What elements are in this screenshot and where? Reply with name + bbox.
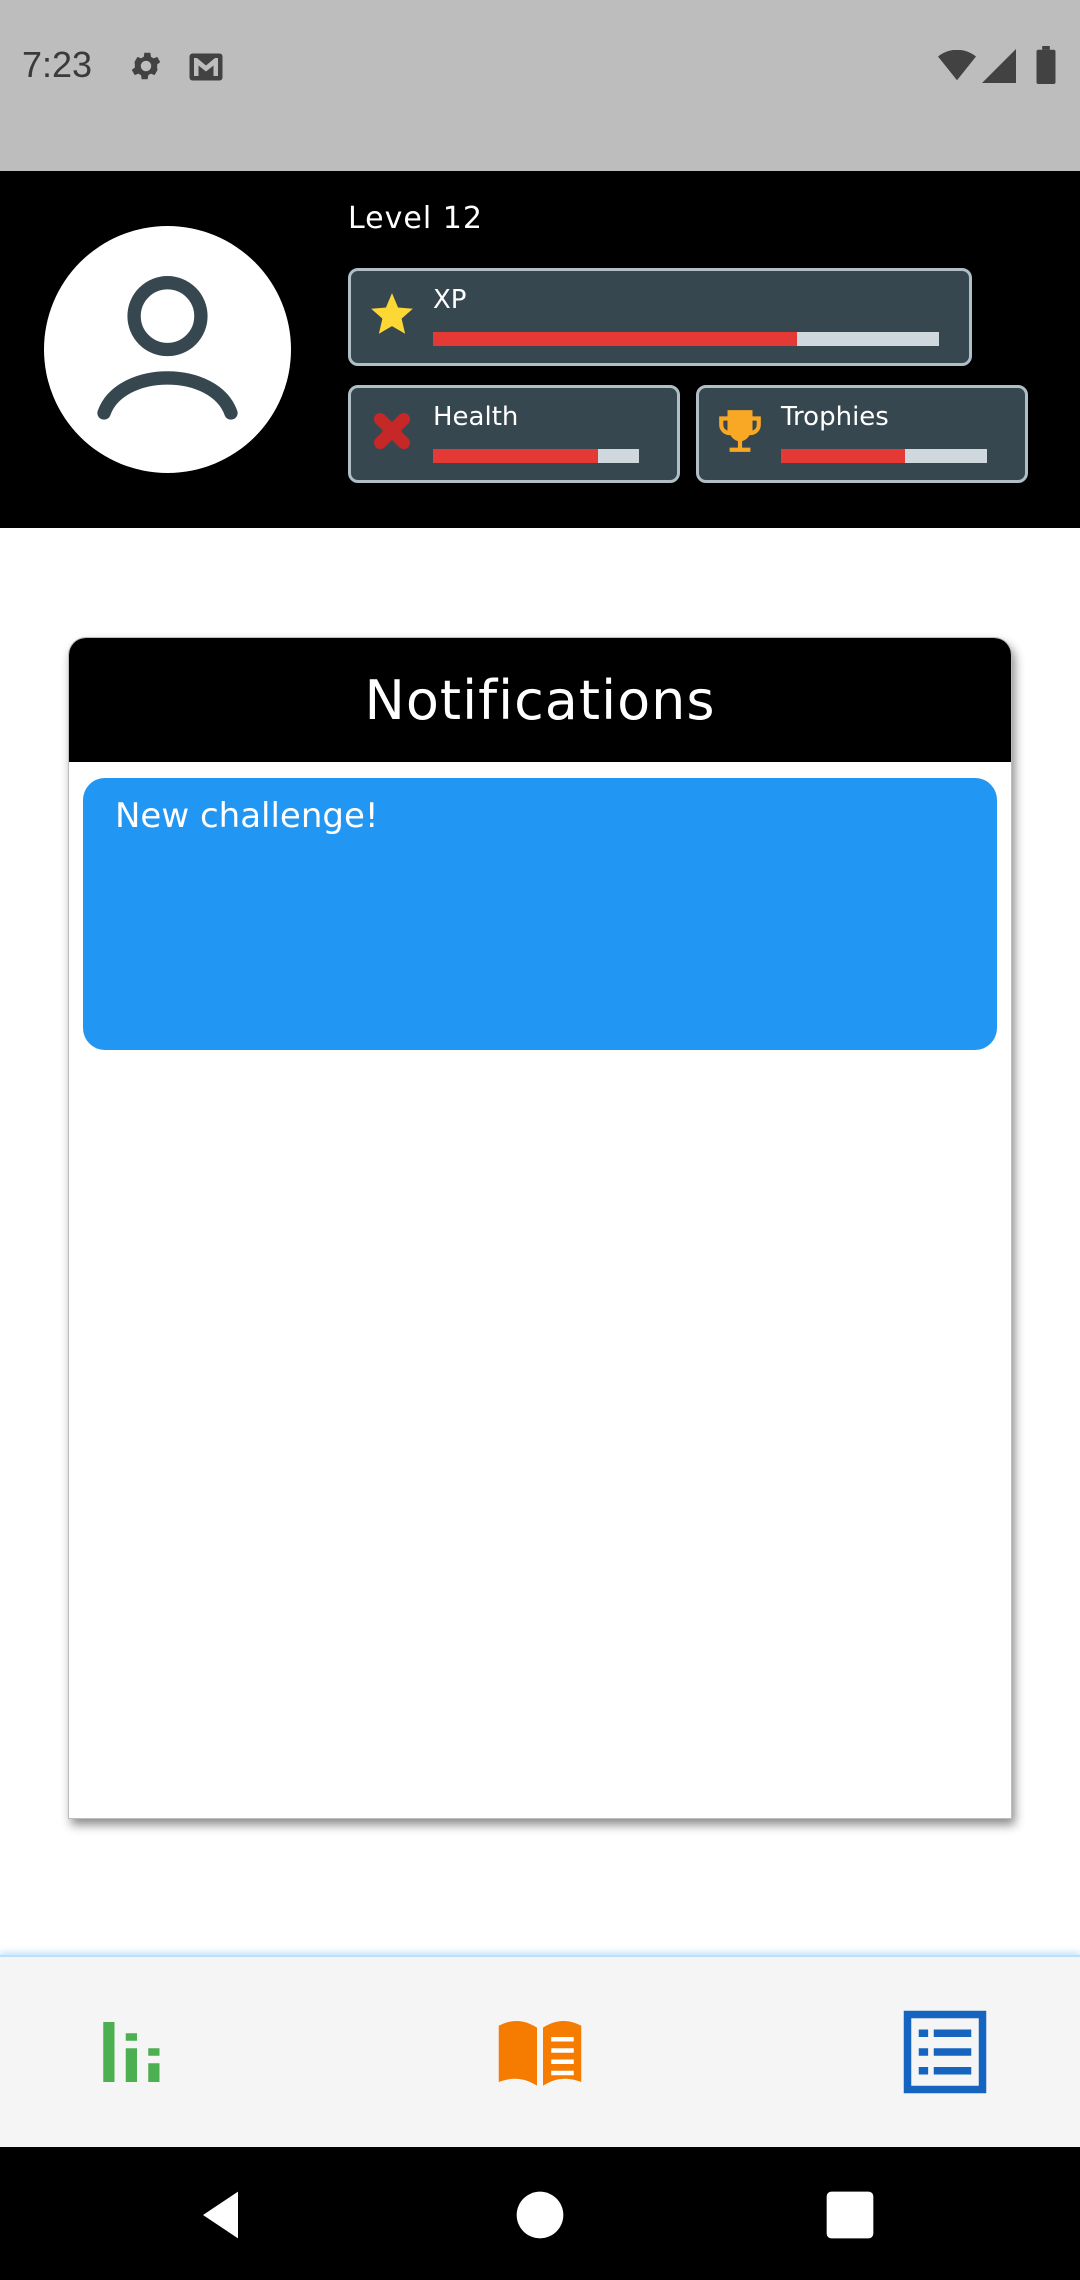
book-icon: [498, 2020, 582, 2086]
home-icon: [516, 2191, 564, 2239]
level-label: Level 12: [348, 201, 483, 236]
back-icon: [203, 2191, 238, 2239]
avatar[interactable]: [44, 226, 291, 473]
battery-icon: [1036, 46, 1056, 84]
stats-chart-icon: [103, 2022, 160, 2082]
bottom-nav: [0, 1955, 1080, 2149]
profile-header: Level 12 XP Health Trophies: [0, 171, 1080, 528]
signal-icon: [982, 48, 1016, 84]
gmail-icon: [188, 52, 224, 82]
trophy-icon: [715, 406, 765, 456]
recents-button[interactable]: [822, 2187, 878, 2243]
health-progress-bar: [433, 449, 639, 463]
bandage-icon: [367, 406, 417, 456]
health-progress-fill: [433, 449, 598, 463]
trophies-progress-bar: [781, 449, 987, 463]
notification-item[interactable]: New challenge!: [83, 778, 997, 1050]
gear-icon: [128, 48, 164, 84]
xp-progress-bar: [433, 332, 939, 346]
wifi-icon: [938, 49, 976, 82]
xp-label: XP: [433, 285, 467, 315]
xp-card[interactable]: XP: [348, 268, 972, 366]
notifications-card: Notifications New challenge!: [68, 637, 1012, 1819]
trophies-label: Trophies: [781, 402, 889, 432]
notifications-title: Notifications: [364, 668, 716, 732]
back-button[interactable]: [196, 2187, 252, 2243]
book-nav-button[interactable]: [495, 2007, 585, 2097]
health-label: Health: [433, 402, 519, 432]
health-card[interactable]: Health: [348, 385, 680, 483]
home-button[interactable]: [512, 2187, 568, 2243]
person-icon: [97, 276, 238, 420]
list-icon: [903, 2010, 987, 2094]
list-nav-button[interactable]: [900, 2007, 990, 2097]
star-icon: [367, 289, 417, 339]
trophies-card[interactable]: Trophies: [696, 385, 1028, 483]
xp-progress-fill: [433, 332, 798, 346]
stats-nav-button[interactable]: [92, 2007, 182, 2097]
notification-text: New challenge!: [115, 796, 379, 836]
status-time: 7:23: [22, 44, 93, 85]
notifications-header: Notifications: [69, 638, 1011, 762]
system-nav-bar: [0, 2147, 1080, 2280]
status-bar: 7:23: [0, 0, 1080, 171]
trophies-progress-fill: [781, 449, 905, 463]
recents-icon: [826, 2191, 874, 2239]
